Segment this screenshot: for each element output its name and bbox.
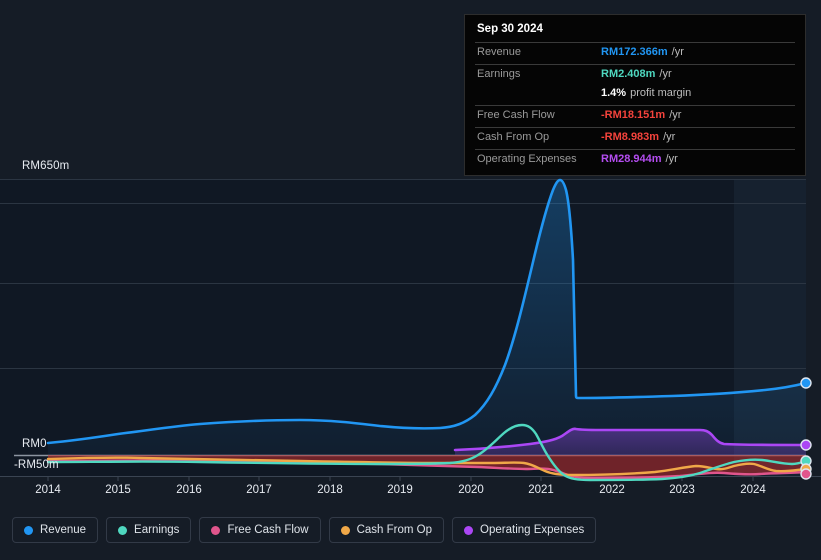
endpoint-revenue (800, 377, 812, 389)
legend-dot-cash-from-op-icon (340, 525, 350, 535)
legend-label-earnings: Earnings (134, 524, 180, 536)
tooltip-unit-profit-margin: profit margin (630, 87, 692, 99)
legend-dot-operating-expenses-icon (464, 525, 474, 535)
legend-item-earnings[interactable]: Earnings (106, 517, 192, 543)
chart-legend: Revenue Earnings Free Cash Flow Cash Fro… (12, 517, 597, 543)
tooltip-label-operating-expenses: Operating Expenses (477, 153, 577, 165)
tooltip-value-revenue: RM172.366m (601, 46, 668, 58)
tooltip-unit-cash-from-op: /yr (663, 131, 676, 143)
tooltip-unit-revenue: /yr (671, 46, 684, 58)
tooltip-label-free-cash-flow: Free Cash Flow (477, 109, 555, 121)
tooltip-row-revenue: Revenue RM172.366m /yr (475, 42, 795, 64)
endpoint-operating-expenses (800, 439, 812, 451)
legend-item-operating-expenses[interactable]: Operating Expenses (452, 517, 597, 543)
legend-label-operating-expenses: Operating Expenses (480, 524, 585, 536)
tooltip-label-revenue: Revenue (477, 46, 522, 58)
chart-tooltip: Sep 30 2024 Revenue RM172.366m /yr Earni… (464, 14, 806, 176)
tooltip-row-cash-from-op: Cash From Op -RM8.983m /yr (475, 127, 795, 149)
tooltip-row-operating-expenses: Operating Expenses RM28.944m /yr (475, 149, 795, 171)
tooltip-value-earnings: RM2.408m (601, 68, 656, 80)
tooltip-row-profit-margin: 1.4% profit margin (475, 86, 795, 105)
legend-label-free-cash-flow: Free Cash Flow (227, 524, 309, 536)
legend-item-free-cash-flow[interactable]: Free Cash Flow (199, 517, 321, 543)
tooltip-value-profit-margin: 1.4% (601, 87, 627, 99)
legend-dot-revenue-icon (24, 525, 33, 535)
tooltip-row-earnings: Earnings RM2.408m /yr (475, 64, 795, 86)
tooltip-label-earnings: Earnings (477, 68, 521, 80)
tooltip-value-free-cash-flow: -RM18.151m (601, 109, 666, 121)
tooltip-value-operating-expenses: RM28.944m (601, 153, 662, 165)
legend-item-cash-from-op[interactable]: Cash From Op (328, 517, 445, 543)
legend-label-revenue: Revenue (40, 524, 87, 536)
tooltip-label-cash-from-op: Cash From Op (477, 131, 550, 143)
legend-dot-free-cash-flow-icon (211, 525, 221, 535)
legend-dot-earnings-icon (118, 525, 128, 535)
tooltip-value-cash-from-op: -RM8.983m (601, 131, 660, 143)
tooltip-unit-operating-expenses: /yr (665, 153, 678, 165)
stock-financials-chart: RM650m RM0 -RM50m 2014 2015 2016 2017 20… (0, 0, 821, 560)
tooltip-date: Sep 30 2024 (477, 23, 543, 35)
tooltip-row-free-cash-flow: Free Cash Flow -RM18.151m /yr (475, 105, 795, 127)
endpoint-free-cash-flow (800, 468, 812, 480)
tooltip-unit-earnings: /yr (659, 68, 672, 80)
legend-label-cash-from-op: Cash From Op (356, 524, 433, 536)
tooltip-unit-free-cash-flow: /yr (669, 109, 682, 121)
legend-item-revenue[interactable]: Revenue (12, 517, 99, 543)
